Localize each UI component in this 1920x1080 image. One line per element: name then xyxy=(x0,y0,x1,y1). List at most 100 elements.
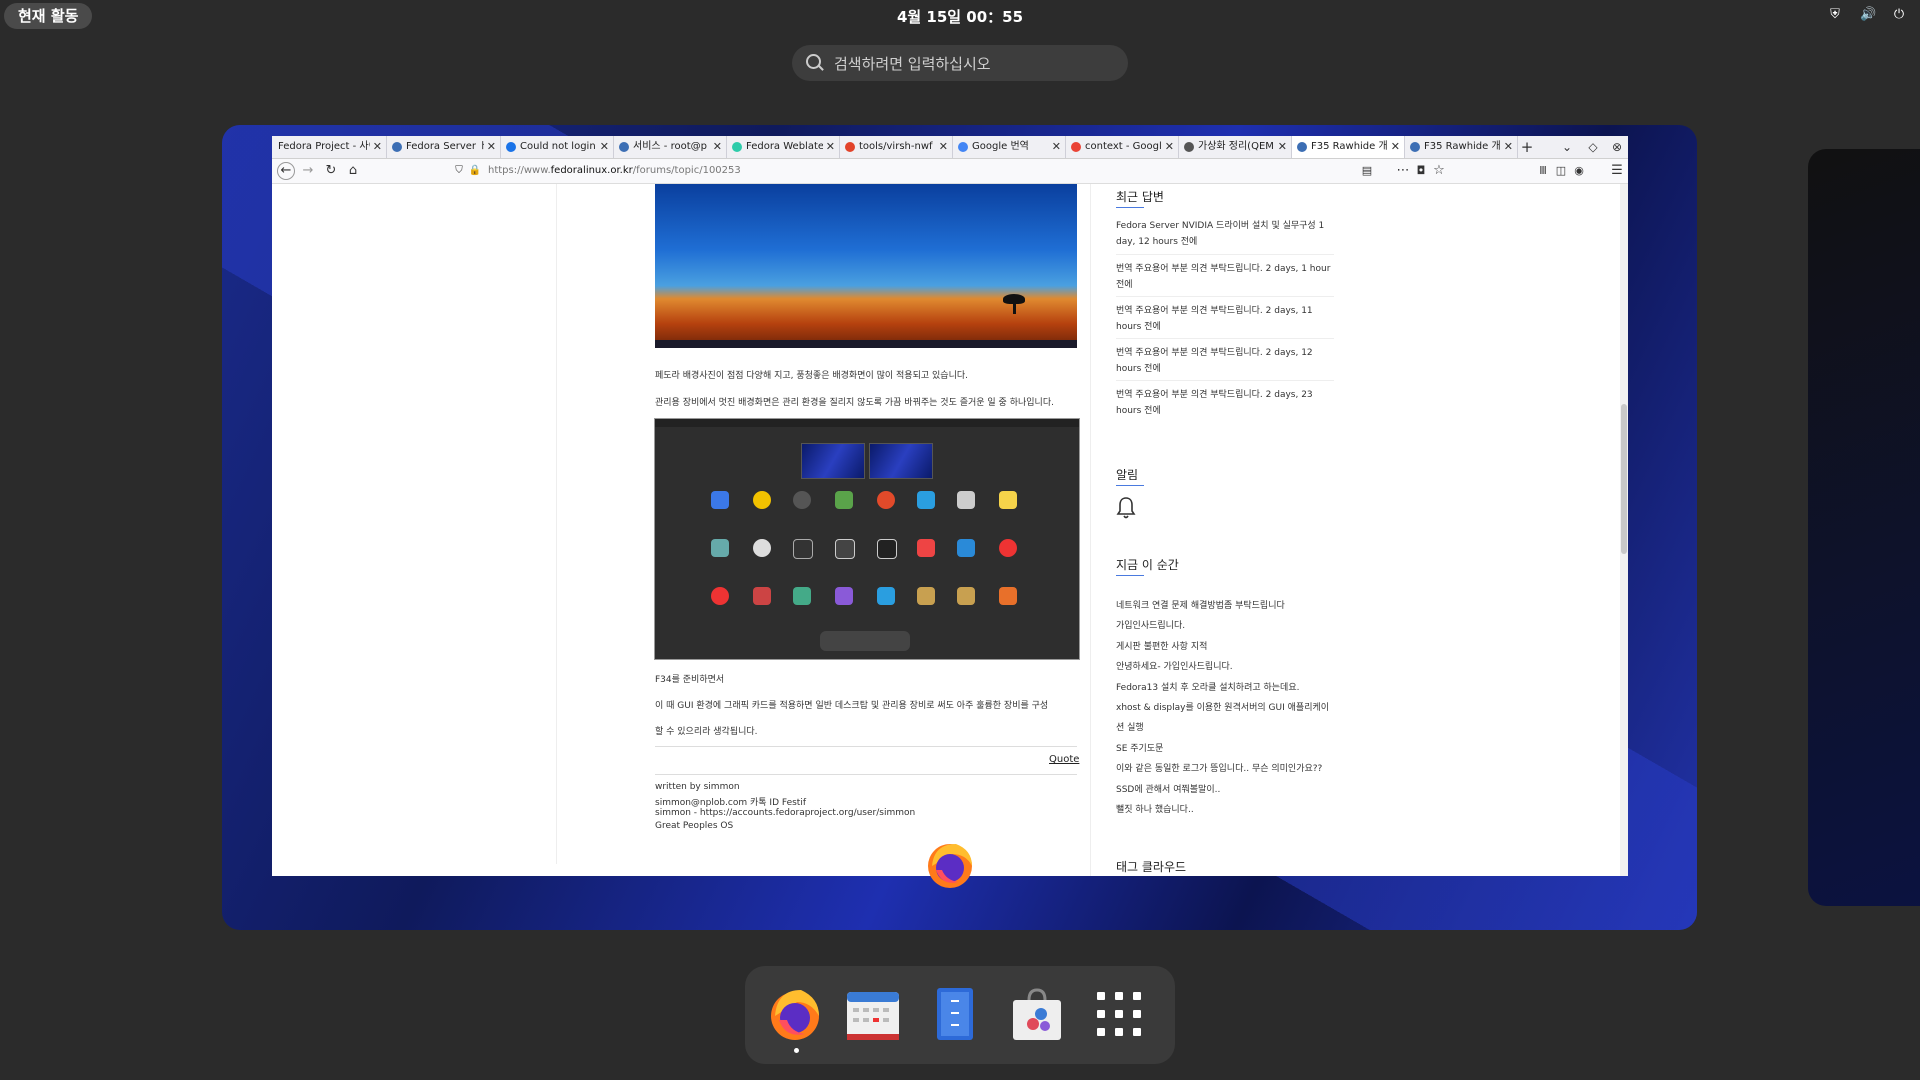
close-tab-icon[interactable]: ✕ xyxy=(1052,136,1061,158)
close-tab-icon[interactable]: ✕ xyxy=(487,136,496,158)
close-tab-icon[interactable]: ✕ xyxy=(826,136,835,158)
topic-link[interactable]: SE 주기도문 xyxy=(1116,741,1163,754)
page-actions-icon[interactable]: ⋯ xyxy=(1394,162,1412,180)
tab[interactable]: Fedora Server ド ✕ xyxy=(387,136,501,158)
close-tab-icon[interactable]: ✕ xyxy=(939,136,948,158)
tab[interactable]: 가상화 정리(QEM ✕ xyxy=(1179,136,1292,158)
close-tab-icon[interactable]: ✕ xyxy=(1504,136,1513,158)
signature-line: simmon@nplob.com 카톡 ID Festif xyxy=(655,798,806,808)
volume-icon[interactable]: 🔊 xyxy=(1860,7,1876,23)
firefox-window[interactable]: Fedora Project - 사이 ✕ Fedora Server ド ✕ Co… xyxy=(272,136,1628,876)
top-bar: 현재 활동 4월 15일 00：55 ⛨ 🔊 ⏻ xyxy=(0,0,1920,32)
close-tab-icon[interactable]: ✕ xyxy=(600,136,609,158)
topic-link[interactable]: 뻘짓 하나 했습니다.. xyxy=(1116,802,1194,815)
url-bar[interactable]: https://www.fedoralinux.or.kr/forums/top… xyxy=(488,161,1298,181)
close-window-icon[interactable]: ⊗ xyxy=(1608,136,1626,158)
app-grid-icon[interactable] xyxy=(1089,984,1149,1044)
now-heading: 지금 이 순간 xyxy=(1116,558,1179,576)
tab[interactable]: F35 Rawhide 개 ✕ xyxy=(1405,136,1518,158)
search-icon xyxy=(806,54,821,69)
topic-link[interactable]: 네트워크 연결 문제 해결방법좀 부탁드립니다 xyxy=(1116,598,1285,611)
library-icon[interactable]: Ⅲ xyxy=(1534,162,1552,180)
quote-link[interactable]: Quote xyxy=(1049,754,1079,765)
close-tab-icon[interactable]: ✕ xyxy=(1391,136,1400,158)
fedora-icon xyxy=(1297,142,1307,152)
calendar-icon[interactable] xyxy=(843,984,903,1044)
close-tab-icon[interactable]: ✕ xyxy=(1278,136,1287,158)
nav-bar: ← → ↻ ⌂ ⛉ 🔒 https://www.fedoralinux.or.k… xyxy=(272,159,1628,184)
recent-reply-link[interactable]: Fedora Server NVIDIA 드라이버 설치 및 실무구성 1 da… xyxy=(1116,218,1334,250)
question-icon xyxy=(506,142,516,152)
reader-view-icon[interactable]: ▤ xyxy=(1358,162,1376,180)
app-icon xyxy=(753,491,771,509)
clock[interactable]: 4월 15일 00：55 xyxy=(0,6,1920,27)
app-icon xyxy=(957,587,975,605)
bell-icon[interactable] xyxy=(1116,496,1136,520)
recent-reply-link[interactable]: 번역 주요용어 부분 의견 부탁드립니다. 2 days, 1 hour 전에 xyxy=(1116,261,1334,293)
new-tab-button[interactable]: + xyxy=(1518,136,1536,158)
gitlab-icon xyxy=(845,142,855,152)
menu-icon[interactable]: ☰ xyxy=(1608,162,1626,180)
power-icon[interactable]: ⏻ xyxy=(1892,7,1906,23)
close-tab-icon[interactable]: ✕ xyxy=(1165,136,1174,158)
running-indicator xyxy=(794,1048,799,1053)
reload-icon[interactable]: ↻ xyxy=(322,162,340,180)
tab[interactable]: tools/virsh-nwf ✕ xyxy=(840,136,953,158)
search-input[interactable] xyxy=(832,51,1116,77)
close-tab-icon[interactable]: ✕ xyxy=(373,136,382,158)
shield-icon[interactable]: ⛨ xyxy=(1828,7,1842,23)
tag-cloud-heading: 태그 클라우드 xyxy=(1116,860,1187,874)
post-paragraph: 관리용 장비에서 멋진 배경화면은 관리 환경을 질리지 않도록 가끔 바꿔주는… xyxy=(655,398,1054,408)
wallpaper-screenshot xyxy=(655,184,1077,348)
pocket-icon[interactable]: ◘ xyxy=(1412,162,1430,180)
post-paragraph: F34를 준비하면서 xyxy=(655,675,725,685)
cockpit-icon xyxy=(619,142,629,152)
tab-active[interactable]: F35 Rawhide 개 ✕ xyxy=(1292,136,1405,158)
gnome-screenshot xyxy=(654,418,1080,660)
column-divider xyxy=(1090,184,1091,876)
topic-link[interactable]: 션 실행 xyxy=(1116,720,1144,733)
topic-link[interactable]: 가입인사드립니다. xyxy=(1116,618,1185,631)
recent-reply-link[interactable]: 번역 주요용어 부분 의견 부탁드립니다. 2 days, 11 hours 전… xyxy=(1116,303,1334,335)
overview-search[interactable] xyxy=(792,45,1128,81)
topic-link[interactable]: 안녕하세요- 가입인사드립니다. xyxy=(1116,659,1233,672)
app-icon xyxy=(835,587,853,605)
files-icon[interactable] xyxy=(925,984,985,1044)
recent-reply-link[interactable]: 번역 주요용어 부분 의견 부탁드립니다. 2 days, 23 hours 전… xyxy=(1116,387,1334,419)
recent-reply-link[interactable]: 번역 주요용어 부분 의견 부탁드립니다. 2 days, 12 hours 전… xyxy=(1116,345,1334,377)
app-icon xyxy=(793,539,813,559)
app-icon xyxy=(753,539,771,557)
app-icon xyxy=(711,587,729,605)
tab[interactable]: context - Googl ✕ xyxy=(1066,136,1179,158)
workspace-next[interactable] xyxy=(1808,149,1920,906)
scrollbar-thumb[interactable] xyxy=(1621,404,1627,554)
system-tray[interactable]: ⛨ 🔊 ⏻ xyxy=(1828,7,1906,23)
topic-link[interactable]: 게시판 불편한 사항 지적 xyxy=(1116,639,1207,652)
list-tabs-icon[interactable]: ⌄ xyxy=(1558,136,1576,158)
topic-link[interactable]: SSD에 관해서 여쭤볼말이.. xyxy=(1116,782,1220,795)
tab[interactable]: Fedora Weblate ✕ xyxy=(727,136,840,158)
software-icon[interactable] xyxy=(1007,984,1067,1044)
topic-link[interactable]: Fedora13 설치 후 오라클 설치하려고 하는데요. xyxy=(1116,680,1299,693)
bookmark-star-icon[interactable]: ☆ xyxy=(1430,162,1448,180)
firefox-icon[interactable] xyxy=(765,984,825,1044)
close-tab-icon[interactable]: ✕ xyxy=(713,136,722,158)
tab[interactable]: Fedora Project - 사이 ✕ xyxy=(272,136,387,158)
minimize-icon[interactable]: ◇ xyxy=(1584,136,1602,158)
app-icon xyxy=(793,491,811,509)
tab[interactable]: Google 번역 ✕ xyxy=(953,136,1066,158)
topic-link[interactable]: 이와 같은 동일한 로그가 뜽입니다.. 무슨 의미인가요?? xyxy=(1116,761,1322,774)
app-icon xyxy=(877,587,895,605)
tab[interactable]: Could not login ✕ xyxy=(501,136,614,158)
tab-bar: Fedora Project - 사이 ✕ Fedora Server ド ✕ Co… xyxy=(272,136,1628,159)
topic-link[interactable]: xhost & display를 이용한 원격서버의 GUI 애플리케이 xyxy=(1116,700,1329,713)
forward-icon[interactable]: → xyxy=(299,162,317,180)
back-icon[interactable]: ← xyxy=(277,162,295,180)
post-paragraph: 이 때 GUI 환경에 그래픽 카드를 적용하면 일반 데스크탑 및 관리용 장… xyxy=(655,701,1049,711)
screenshot-taskbar xyxy=(655,340,1077,348)
home-icon[interactable]: ⌂ xyxy=(344,162,362,180)
account-icon[interactable]: ◉ xyxy=(1570,162,1588,180)
tab[interactable]: 서비스 - root@p ✕ xyxy=(614,136,727,158)
sidebar-icon[interactable]: ◫ xyxy=(1552,162,1570,180)
app-icon xyxy=(793,587,811,605)
